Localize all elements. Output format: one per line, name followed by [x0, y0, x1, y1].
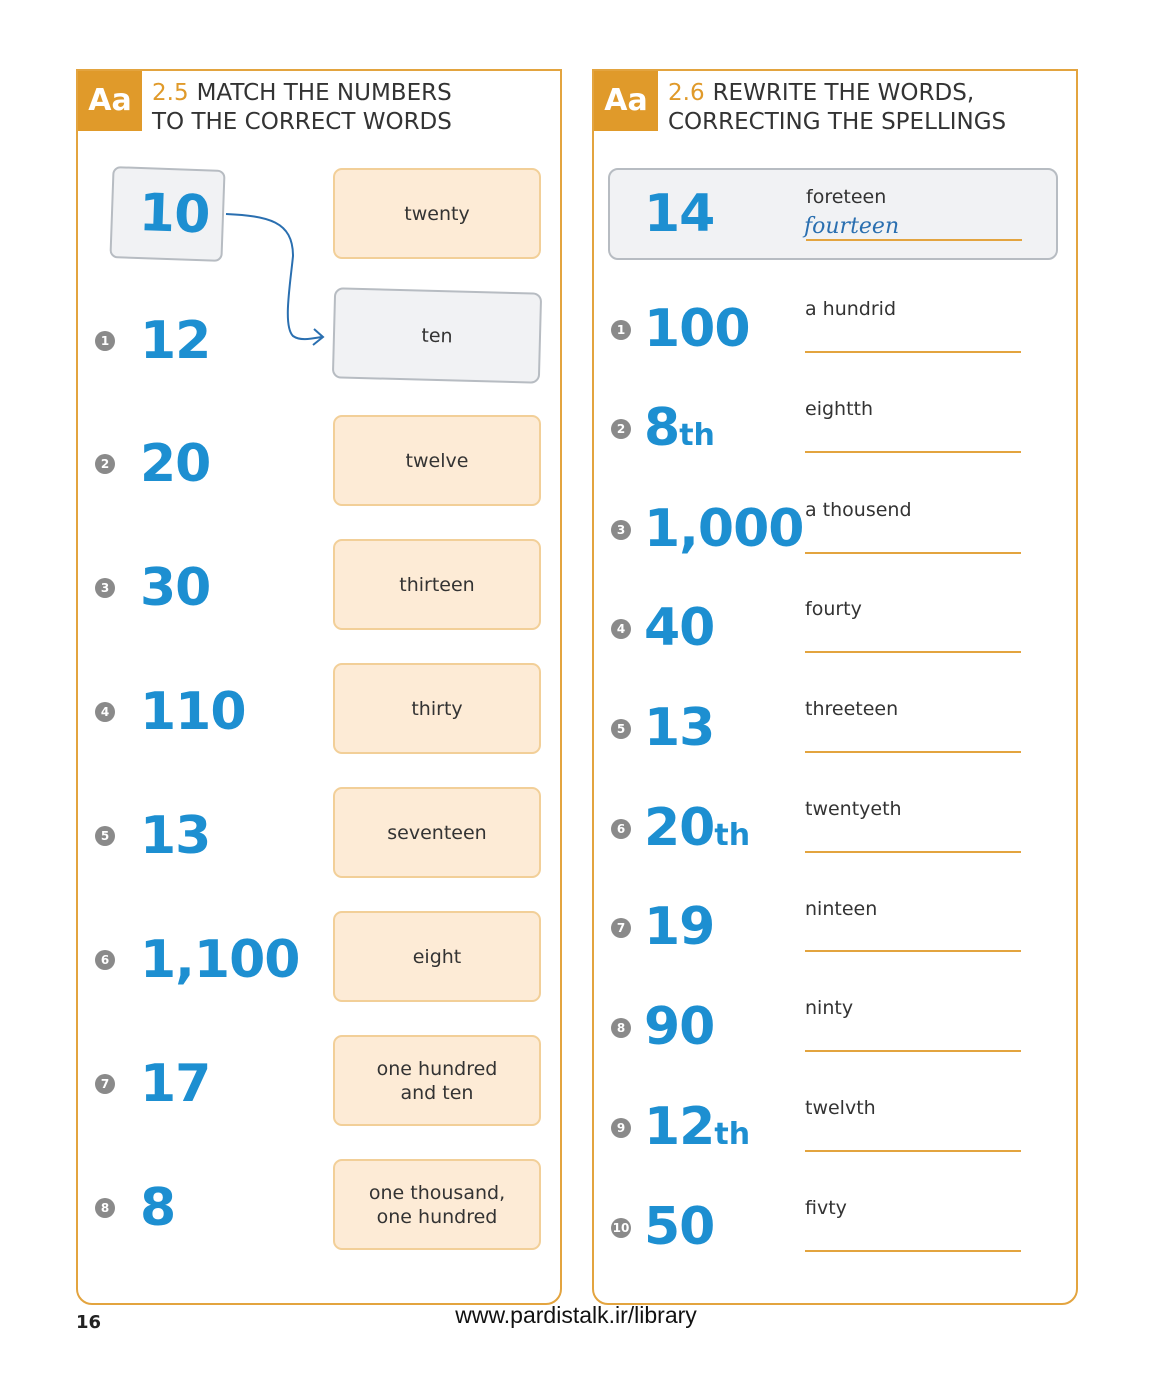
- item-marker: 4: [95, 702, 115, 722]
- answer-line[interactable]: [805, 851, 1021, 853]
- aa-vocabulary-icon: Aa: [594, 71, 658, 131]
- item-number[interactable]: 1,100: [140, 930, 300, 990]
- item-number: 8th: [644, 398, 715, 458]
- item-marker: 8: [95, 1198, 115, 1218]
- item-number[interactable]: 17: [140, 1054, 211, 1114]
- item-number: 100: [644, 299, 751, 359]
- misspelled-word: twentyeth: [805, 798, 902, 820]
- misspelled-word: a hundrid: [805, 298, 897, 320]
- item-marker: 5: [95, 826, 115, 846]
- answer-line[interactable]: [805, 1150, 1021, 1152]
- item-marker: 7: [95, 1074, 115, 1094]
- item-number[interactable]: 12: [140, 311, 211, 371]
- source-url[interactable]: www.pardistalk.ir/library: [0, 1302, 1152, 1329]
- exercise-2-6-heading: 2.6 REWRITE THE WORDS, CORRECTING THE SPE…: [668, 79, 1006, 137]
- answer-line[interactable]: [805, 1050, 1021, 1052]
- item-number: 40: [644, 598, 715, 658]
- item-number: 19: [644, 897, 715, 957]
- word-card[interactable]: one hundred and ten: [333, 1035, 541, 1126]
- exercise-number: 2.6: [668, 80, 705, 106]
- example-handwritten-answer: fourteen: [804, 214, 900, 239]
- item-number[interactable]: 13: [140, 806, 211, 866]
- item-marker: 1: [95, 331, 115, 351]
- item-marker: 6: [95, 950, 115, 970]
- item-marker: 8: [611, 1018, 631, 1038]
- answer-line[interactable]: [805, 751, 1021, 753]
- misspelled-word: eightth: [805, 398, 874, 420]
- misspelled-word: fourty: [805, 598, 862, 620]
- item-marker: 10: [611, 1218, 631, 1238]
- example-row: 14 foreteen fourteen: [608, 168, 1058, 260]
- item-marker: 6: [611, 819, 631, 839]
- word-card[interactable]: twelve: [333, 415, 541, 506]
- item-marker: 5: [611, 719, 631, 739]
- exercise-2-6-panel: Aa 2.6 REWRITE THE WORDS, CORRECTING THE …: [592, 69, 1078, 1305]
- misspelled-word: a thousend: [805, 499, 912, 521]
- answer-line[interactable]: [805, 451, 1021, 453]
- answer-line[interactable]: [805, 1250, 1021, 1252]
- item-number[interactable]: 110: [140, 682, 247, 742]
- item-marker: 3: [95, 578, 115, 598]
- item-marker: 7: [611, 918, 631, 938]
- item-number: 1,000: [644, 499, 804, 559]
- word-card-example: ten: [331, 287, 543, 384]
- item-number: 50: [644, 1197, 715, 1257]
- answer-line[interactable]: [805, 950, 1021, 952]
- item-marker: 9: [611, 1118, 631, 1138]
- misspelled-word: fivty: [805, 1197, 847, 1219]
- item-number: 13: [644, 698, 715, 758]
- item-number[interactable]: 30: [140, 558, 211, 618]
- item-number: 90: [644, 997, 715, 1057]
- answer-line[interactable]: [805, 651, 1021, 653]
- word-card[interactable]: one thousand, one hundred: [333, 1159, 541, 1250]
- answer-line[interactable]: [805, 552, 1021, 554]
- word-card[interactable]: thirteen: [333, 539, 541, 630]
- exercise-title-line1: REWRITE THE WORDS,: [712, 80, 975, 106]
- example-answer-line: [806, 239, 1022, 241]
- item-marker: 2: [95, 454, 115, 474]
- answer-line[interactable]: [805, 351, 1021, 353]
- word-card[interactable]: twenty: [333, 168, 541, 259]
- example-misspelled-word: foreteen: [806, 186, 887, 208]
- misspelled-word: ninteen: [805, 898, 878, 920]
- item-number: 20th: [644, 798, 751, 858]
- word-card[interactable]: seventeen: [333, 787, 541, 878]
- exercise-title-line2: CORRECTING THE SPELLINGS: [668, 109, 1007, 135]
- item-number[interactable]: 20: [140, 434, 211, 494]
- example-number: 14: [644, 184, 715, 244]
- item-marker: 3: [611, 520, 631, 540]
- word-card[interactable]: eight: [333, 911, 541, 1002]
- item-number: 12th: [644, 1097, 751, 1157]
- item-marker: 4: [611, 619, 631, 639]
- item-number[interactable]: 8: [140, 1178, 176, 1238]
- word-card[interactable]: thirty: [333, 663, 541, 754]
- misspelled-word: ninty: [805, 997, 854, 1019]
- item-marker: 2: [611, 419, 631, 439]
- item-marker: 1: [611, 320, 631, 340]
- exercise-2-5-panel: Aa 2.5 MATCH THE NUMBERS TO THE CORRECT W…: [76, 69, 562, 1305]
- misspelled-word: twelvth: [805, 1097, 876, 1119]
- misspelled-word: threeteen: [805, 698, 899, 720]
